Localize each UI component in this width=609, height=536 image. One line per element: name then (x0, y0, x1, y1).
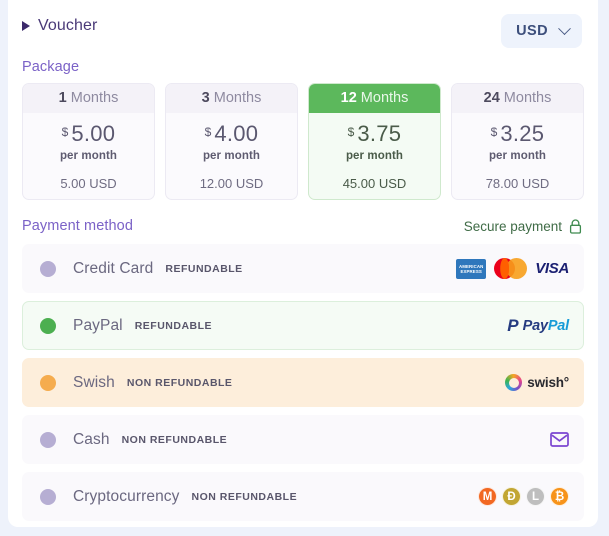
currency-select[interactable]: USD (501, 14, 582, 48)
package-price: $ 3.25 (452, 123, 583, 145)
visa-logo: VISA (535, 260, 569, 277)
package-total: 45.00 USD (342, 176, 407, 191)
method-logos: swish° (505, 374, 569, 391)
radio-indicator[interactable] (40, 488, 56, 505)
package-unit: Months (213, 90, 262, 106)
method-logos: P Pay Pal (507, 317, 569, 334)
payment-method-paypal[interactable]: PayPal REFUNDABLE P Pay Pal (22, 301, 584, 350)
mastercard-logo (494, 258, 528, 279)
method-refund-tag: NON REFUNDABLE (191, 490, 298, 503)
package-total: 12.00 USD (199, 176, 264, 191)
amex-text: AMERICAN EXPRESS (458, 263, 484, 274)
method-refund-tag: NON REFUNDABLE (126, 376, 233, 389)
package-header: 1 Months (23, 84, 154, 113)
package-body: $ 5.00 per month 5.00 USD (23, 113, 154, 192)
package-option-24[interactable]: 24 Months $ 3.25 per month 78.00 USD (451, 83, 584, 200)
method-name: Cryptocurrency (73, 487, 180, 505)
triangle-right-icon (22, 21, 30, 31)
paypal-text-pay: Pay (522, 317, 548, 334)
swish-text: swish° (527, 375, 569, 390)
package-total: 5.00 USD (60, 176, 117, 191)
package-option-1[interactable]: 1 Months $ 5.00 per month 5.00 USD (22, 83, 155, 200)
voucher-toggle[interactable]: Voucher (22, 14, 97, 35)
lock-icon (569, 218, 582, 234)
method-name: Credit Card (73, 259, 154, 277)
package-price: $ 4.00 (166, 123, 297, 145)
voucher-row: Voucher USD (8, 0, 598, 48)
package-total: 78.00 USD (485, 176, 550, 191)
paypal-text-pal: Pal (547, 317, 569, 334)
method-refund-tag: REFUNDABLE (134, 319, 213, 332)
currency-symbol: $ (347, 125, 355, 139)
method-logos: M Ð L ₿ (478, 487, 569, 506)
currency-value: USD (516, 23, 548, 39)
package-count: 24 (483, 90, 500, 106)
paypal-mark: P (507, 316, 519, 335)
package-count: 12 (340, 90, 357, 106)
package-body: $ 3.25 per month 78.00 USD (452, 113, 583, 192)
monero-icon: M (478, 487, 497, 506)
envelope-icon (550, 432, 569, 447)
payment-method-list: Credit Card REFUNDABLE AMERICAN EXPRESS … (8, 234, 598, 521)
radio-indicator[interactable] (40, 260, 56, 277)
package-header: 12 Months (309, 84, 440, 113)
package-options: 1 Months $ 5.00 per month 5.00 USD 3 Mon… (8, 75, 598, 200)
package-price: $ 5.00 (23, 123, 154, 145)
method-logos (550, 432, 569, 447)
currency-symbol: $ (204, 125, 212, 139)
payment-method-header: Payment method Secure payment (8, 200, 598, 234)
american-express-logo: AMERICAN EXPRESS (456, 258, 487, 279)
payment-method-cash[interactable]: Cash NON REFUNDABLE (22, 415, 584, 464)
price-value: 5.00 (71, 121, 116, 146)
package-unit: Months (360, 90, 409, 106)
checkout-panel: Voucher USD Package 1 Months $ 5.00 per … (8, 0, 598, 527)
bitcoin-icon: ₿ (550, 487, 569, 506)
package-label: Package (22, 59, 80, 75)
secure-payment-note: Secure payment (464, 219, 582, 234)
litecoin-icon: L (526, 487, 545, 506)
per-month-label: per month (202, 150, 261, 162)
voucher-label: Voucher (38, 17, 98, 34)
secure-payment-label: Secure payment (463, 218, 562, 234)
payment-method-credit-card[interactable]: Credit Card REFUNDABLE AMERICAN EXPRESS … (22, 244, 584, 293)
method-name: PayPal (73, 316, 123, 334)
payment-method-label: Payment method (22, 218, 134, 234)
package-header: 3 Months (166, 84, 297, 113)
package-unit: Months (70, 90, 119, 106)
package-count: 1 (58, 90, 67, 106)
payment-method-swish[interactable]: Swish NON REFUNDABLE swish° (22, 358, 584, 407)
price-value: 3.75 (357, 121, 402, 146)
swish-logo: swish° (505, 374, 569, 391)
radio-indicator[interactable] (40, 374, 56, 391)
per-month-label: per month (488, 150, 547, 162)
radio-indicator[interactable] (40, 431, 56, 448)
price-value: 4.00 (214, 121, 259, 146)
package-option-3[interactable]: 3 Months $ 4.00 per month 12.00 USD (165, 83, 298, 200)
package-option-12[interactable]: Most popular 12 Months $ 3.75 per month … (308, 83, 441, 200)
method-name: Cash (73, 430, 110, 448)
method-name: Swish (73, 373, 115, 391)
method-refund-tag: REFUNDABLE (165, 262, 243, 275)
package-header: 24 Months (452, 84, 583, 113)
paypal-logo: P Pay Pal (507, 317, 569, 334)
package-count: 3 (201, 90, 210, 106)
method-refund-tag: NON REFUNDABLE (121, 433, 228, 446)
payment-method-cryptocurrency[interactable]: Cryptocurrency NON REFUNDABLE M Ð L ₿ (22, 472, 584, 521)
per-month-label: per month (345, 150, 404, 162)
swish-mark-icon (505, 374, 523, 391)
price-value: 3.25 (500, 121, 545, 146)
package-body: $ 3.75 per month 45.00 USD (309, 113, 440, 192)
package-price: $ 3.75 (309, 123, 440, 145)
package-unit: Months (503, 90, 552, 106)
dogecoin-icon: Ð (502, 487, 521, 506)
chevron-down-icon (558, 21, 571, 35)
per-month-label: per month (59, 150, 118, 162)
method-logos: AMERICAN EXPRESS VISA (456, 258, 569, 279)
currency-symbol: $ (61, 125, 69, 139)
package-body: $ 4.00 per month 12.00 USD (166, 113, 297, 192)
currency-symbol: $ (490, 125, 498, 139)
radio-indicator[interactable] (40, 317, 56, 334)
